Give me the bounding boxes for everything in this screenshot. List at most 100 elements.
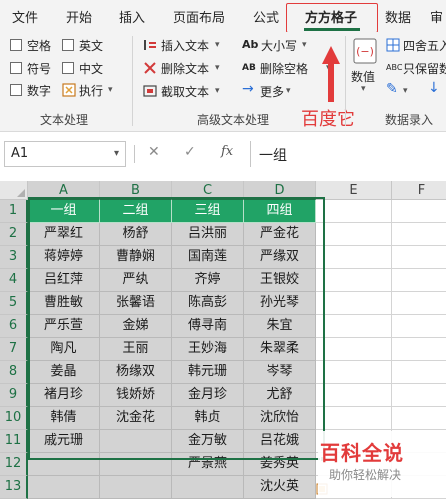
insert-text-button[interactable]: 插入文本 ▾ bbox=[141, 36, 233, 54]
cell-d12[interactable]: 姜秀英 bbox=[244, 453, 316, 476]
checkbox-chinese[interactable] bbox=[62, 62, 74, 74]
cell-a12[interactable] bbox=[28, 453, 100, 476]
cell-b9[interactable]: 钱娇娇 bbox=[100, 384, 172, 407]
cell-a13[interactable] bbox=[28, 476, 100, 499]
column-header-f[interactable]: F bbox=[392, 181, 446, 200]
cell-d5[interactable]: 孙光琴 bbox=[244, 292, 316, 315]
row-header-4[interactable]: 4 bbox=[0, 269, 28, 292]
select-all-corner[interactable] bbox=[0, 181, 28, 200]
cell-d3[interactable]: 严缘双 bbox=[244, 246, 316, 269]
cell-c13[interactable] bbox=[172, 476, 244, 499]
cell-b12[interactable] bbox=[100, 453, 172, 476]
value-button[interactable]: (−) 数值 ▾ bbox=[349, 36, 381, 94]
cell-f6[interactable] bbox=[392, 315, 446, 338]
cell-f10[interactable] bbox=[392, 407, 446, 430]
row-header-8[interactable]: 8 bbox=[0, 361, 28, 384]
cell-b7[interactable]: 王丽 bbox=[100, 338, 172, 361]
cell-d2[interactable]: 严金花 bbox=[244, 223, 316, 246]
cell-f5[interactable] bbox=[392, 292, 446, 315]
cell-c2[interactable]: 吕洪丽 bbox=[172, 223, 244, 246]
cell-a3[interactable]: 蒋婷婷 bbox=[28, 246, 100, 269]
cell-a1[interactable]: 一组 bbox=[28, 200, 100, 223]
tab-data[interactable]: 数据 bbox=[385, 7, 411, 26]
column-header-a[interactable]: A bbox=[28, 181, 100, 200]
cell-f9[interactable] bbox=[392, 384, 446, 407]
row-header-7[interactable]: 7 bbox=[0, 338, 28, 361]
checkbox-number[interactable] bbox=[10, 84, 22, 96]
cell-d13[interactable]: 沈火英 bbox=[244, 476, 316, 499]
cell-b5[interactable]: 张馨语 bbox=[100, 292, 172, 315]
tab-insert[interactable]: 插入 bbox=[119, 7, 145, 26]
extract-text-button[interactable]: 截取文本 ▾ bbox=[141, 82, 233, 100]
cell-b3[interactable]: 曹静娴 bbox=[100, 246, 172, 269]
cell-e7[interactable] bbox=[316, 338, 392, 361]
row-header-2[interactable]: 2 bbox=[0, 223, 28, 246]
cell-d4[interactable]: 王银姣 bbox=[244, 269, 316, 292]
cell-a7[interactable]: 陶凡 bbox=[28, 338, 100, 361]
cell-b4[interactable]: 严纨 bbox=[100, 269, 172, 292]
column-header-e[interactable]: E bbox=[316, 181, 392, 200]
cell-a6[interactable]: 严乐萱 bbox=[28, 315, 100, 338]
cell-c1[interactable]: 三组 bbox=[172, 200, 244, 223]
checkbox-symbol[interactable] bbox=[10, 62, 22, 74]
cell-b2[interactable]: 杨舒 bbox=[100, 223, 172, 246]
cell-d6[interactable]: 朱宜 bbox=[244, 315, 316, 338]
cell-c6[interactable]: 傅寻南 bbox=[172, 315, 244, 338]
keep-values-button[interactable]: ABC 只保留数 bbox=[386, 59, 446, 77]
confirm-edit-icon[interactable]: ✓ bbox=[184, 144, 196, 160]
row-header-1[interactable]: 1 bbox=[0, 200, 28, 223]
cell-d7[interactable]: 朱翠柔 bbox=[244, 338, 316, 361]
checkbox-english[interactable] bbox=[62, 39, 74, 51]
row-header-9[interactable]: 9 bbox=[0, 384, 28, 407]
cell-e5[interactable] bbox=[316, 292, 392, 315]
cell-e3[interactable] bbox=[316, 246, 392, 269]
cell-b6[interactable]: 金娣 bbox=[100, 315, 172, 338]
cell-a11[interactable]: 戚元珊 bbox=[28, 430, 100, 453]
case-button[interactable]: Ab 大小写 ▾ bbox=[240, 36, 320, 54]
row-header-12[interactable]: 12 bbox=[0, 453, 28, 476]
cell-d10[interactable]: 沈欣怡 bbox=[244, 407, 316, 430]
row-header-10[interactable]: 10 bbox=[0, 407, 28, 430]
cell-f4[interactable] bbox=[392, 269, 446, 292]
cell-c9[interactable]: 金月珍 bbox=[172, 384, 244, 407]
cell-d9[interactable]: 尤舒 bbox=[244, 384, 316, 407]
row-header-6[interactable]: 6 bbox=[0, 315, 28, 338]
cell-c12[interactable]: 严景燕 bbox=[172, 453, 244, 476]
cell-a8[interactable]: 姜晶 bbox=[28, 361, 100, 384]
row-header-11[interactable]: 11 bbox=[0, 430, 28, 453]
cell-a4[interactable]: 吕红萍 bbox=[28, 269, 100, 292]
cell-c10[interactable]: 韩贞 bbox=[172, 407, 244, 430]
cell-b10[interactable]: 沈金花 bbox=[100, 407, 172, 430]
more-button[interactable]: → 更多 ▾ bbox=[240, 82, 300, 100]
formula-input[interactable]: 一组 bbox=[250, 141, 442, 167]
cell-d1[interactable]: 四组 bbox=[244, 200, 316, 223]
tab-file[interactable]: 文件 bbox=[12, 7, 38, 26]
cell-b1[interactable]: 二组 bbox=[100, 200, 172, 223]
column-header-d[interactable]: D bbox=[244, 181, 316, 200]
execute-button[interactable]: 执行 ▾ bbox=[62, 81, 124, 99]
cell-c5[interactable]: 陈高彭 bbox=[172, 292, 244, 315]
cell-c3[interactable]: 国南莲 bbox=[172, 246, 244, 269]
tab-page-layout[interactable]: 页面布局 bbox=[173, 7, 225, 26]
name-box[interactable]: A1 ▾ bbox=[4, 141, 126, 167]
cell-f1[interactable] bbox=[392, 200, 446, 223]
cell-e2[interactable] bbox=[316, 223, 392, 246]
tab-home[interactable]: 开始 bbox=[66, 7, 92, 26]
cell-c7[interactable]: 王妙海 bbox=[172, 338, 244, 361]
row-header-13[interactable]: 13 bbox=[0, 476, 28, 499]
tab-review[interactable]: 审 bbox=[430, 7, 443, 26]
cell-e6[interactable] bbox=[316, 315, 392, 338]
tab-formulas[interactable]: 公式 bbox=[253, 7, 279, 26]
cell-c4[interactable]: 齐婷 bbox=[172, 269, 244, 292]
cell-b8[interactable]: 杨缘双 bbox=[100, 361, 172, 384]
cell-f8[interactable] bbox=[392, 361, 446, 384]
cell-a5[interactable]: 曹胜敏 bbox=[28, 292, 100, 315]
tab-fangfang-gezi[interactable]: 方方格子 bbox=[305, 7, 357, 26]
cell-f3[interactable] bbox=[392, 246, 446, 269]
cell-e8[interactable] bbox=[316, 361, 392, 384]
cell-b11[interactable] bbox=[100, 430, 172, 453]
column-header-c[interactable]: C bbox=[172, 181, 244, 200]
cell-c11[interactable]: 金万敏 bbox=[172, 430, 244, 453]
cell-e1[interactable] bbox=[316, 200, 392, 223]
cell-a10[interactable]: 韩倩 bbox=[28, 407, 100, 430]
